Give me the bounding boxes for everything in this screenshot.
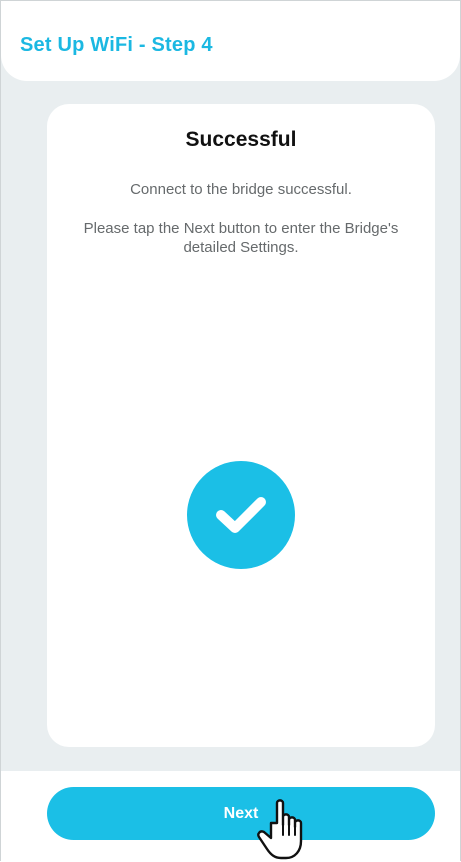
check-circle-icon xyxy=(187,461,295,569)
header: Set Up WiFi - Step 4 xyxy=(1,1,460,81)
checkmark-icon xyxy=(216,497,266,533)
instruction-text: Please tap the Next button to enter the … xyxy=(83,220,399,256)
status-message: Connect to the bridge successful. xyxy=(130,181,352,198)
hand-pointer-icon xyxy=(257,799,303,860)
status-card: Successful Connect to the bridge success… xyxy=(47,104,435,747)
bottom-bar: Next xyxy=(1,771,460,862)
page-title: Set Up WiFi - Step 4 xyxy=(20,34,213,56)
app-screen: Set Up WiFi - Step 4 Successful Connect … xyxy=(0,0,461,862)
status-title: Successful xyxy=(185,128,297,151)
next-button[interactable]: Next xyxy=(47,787,435,840)
